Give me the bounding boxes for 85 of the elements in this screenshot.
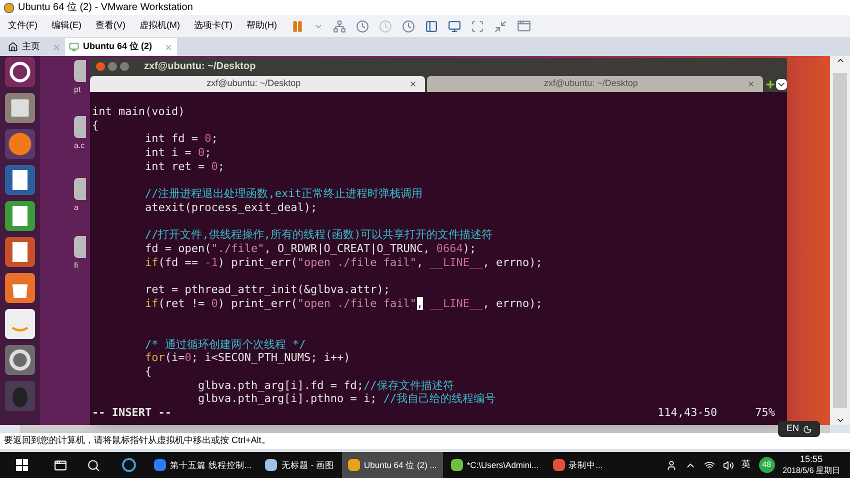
file-icon[interactable] [74, 60, 86, 82]
moon-icon [803, 424, 812, 434]
file-icon[interactable] [74, 236, 86, 258]
terminal-tab[interactable]: zxf@ubuntu: ~/Desktop [427, 76, 763, 92]
clock-icon[interactable] [356, 20, 369, 32]
clock-date: 2018/5/6 星期日 [782, 465, 840, 476]
menu-item[interactable]: 编辑(E) [52, 19, 82, 33]
taskbar-app[interactable]: 无标题 - 画图 [259, 452, 340, 478]
shopping-bag-icon[interactable] [5, 273, 35, 303]
monitor-icon[interactable] [448, 20, 461, 32]
spreadsheet-icon[interactable] [5, 201, 35, 231]
code-line: int i = 0; [144, 146, 212, 160]
status-message: 要返回到您的计算机，请将鼠标指针从虚拟机中移出或按 Ctrl+Alt。 [4, 434, 270, 448]
speaker-icon[interactable] [722, 460, 734, 470]
home-icon [8, 42, 18, 52]
add-tab-icon[interactable] [764, 79, 776, 90]
taskbar-app[interactable]: 录制中... [546, 452, 609, 478]
window-title: Ubuntu 64 位 (2) - VMware Workstation [18, 1, 193, 15]
clock-icon[interactable] [402, 20, 415, 32]
code-line: { [92, 118, 99, 132]
taskbar-app[interactable]: 第十五篇 线程控制... [148, 452, 258, 478]
dropdown-icon[interactable] [776, 79, 787, 90]
file-icon[interactable] [74, 178, 86, 200]
menu-item[interactable]: 虚拟机(M) [140, 19, 180, 33]
fullscreen-icon[interactable] [471, 20, 484, 32]
scroll-down-icon[interactable] [836, 416, 844, 425]
app-logo-icon [4, 2, 14, 12]
scroll-percent: 75% [755, 406, 775, 420]
clock-time: 15:55 [800, 454, 823, 465]
file-icon[interactable] [74, 116, 86, 138]
file-label: pt [74, 84, 81, 96]
minimize-button[interactable] [108, 62, 117, 71]
taskbar-app[interactable]: *C:\Users\Admini... [444, 452, 545, 478]
code-line: glbva.pth_arg[i].fd = fd;//保存文件描述符 [196, 378, 454, 392]
maximize-button[interactable] [120, 62, 129, 71]
code-line: if(ret != 0) print_err("open ./file fail", __LINE__, errno); [144, 296, 542, 310]
menu-item[interactable]: 选项卡(T) [194, 19, 232, 33]
code-line: int ret = 0; [144, 160, 224, 174]
wifi-icon[interactable] [704, 460, 715, 470]
file-label: a [74, 202, 78, 214]
code-line: atexit(process_exit_deal); [144, 200, 318, 214]
language-bar[interactable]: EN [778, 421, 820, 437]
file-label: fi [74, 260, 78, 272]
cursor-position: 114,43-50 [658, 406, 718, 420]
close-icon[interactable] [746, 80, 755, 88]
code-line: { [144, 365, 152, 379]
close-icon[interactable] [409, 80, 418, 88]
pause-icon[interactable] [291, 20, 304, 32]
code-line: if(fd == -1) print_err("open ./file fail", __LINE__, errno); [144, 256, 542, 270]
vertical-scrollbar[interactable] [830, 56, 850, 425]
panel-icon[interactable] [425, 20, 438, 32]
scroll-up-icon[interactable] [836, 56, 844, 65]
windows-logo-icon[interactable] [16, 459, 28, 471]
search-icon[interactable] [87, 458, 100, 472]
vm-tab[interactable]: 主页 [4, 38, 65, 56]
terminal-title: zxf@ubuntu: ~/Desktop [144, 60, 256, 74]
file-label: a.c [74, 140, 85, 152]
code-line: fd = open("./file", O_RDWR|O_CREAT|O_TRUNC, 0664); [144, 242, 476, 256]
badge: 48 [758, 457, 775, 473]
layout-icon[interactable] [517, 19, 531, 33]
code-line: //打开文件,供线程操作,所有的线程(函数)可以共享打开的文件描述符 [144, 228, 493, 242]
vm-icon [69, 42, 79, 52]
taskbar-app[interactable]: Ubuntu 64 位 (2) ... [342, 452, 443, 478]
code-line: ret = pthread_attr_init(&glbva.attr); [144, 282, 390, 297]
code-line: /* 通过循环创建两个次线程 */ [144, 338, 306, 352]
task-view-icon[interactable] [54, 458, 67, 472]
menu-item[interactable]: 查看(V) [96, 19, 126, 33]
vim-mode: -- INSERT -- [92, 406, 172, 420]
scroll-thumb[interactable] [833, 73, 847, 408]
close-button[interactable] [96, 62, 105, 71]
menu-item[interactable]: 文件(F) [8, 19, 38, 33]
presentation-icon[interactable] [5, 237, 35, 267]
document-icon[interactable] [5, 165, 35, 195]
code-line: int main(void) [92, 105, 185, 119]
ime-indicator[interactable]: 英 [742, 458, 751, 472]
code-line: glbva.pth_arg[i].pthno = i; //我自己给的线程编号 [196, 392, 496, 406]
menu-item[interactable]: 帮助(H) [246, 19, 277, 33]
person-icon[interactable] [666, 460, 677, 470]
vm-tab[interactable]: Ubuntu 64 位 (2) [65, 38, 177, 56]
network-icon[interactable] [333, 20, 346, 32]
terminal-tab[interactable]: zxf@ubuntu: ~/Desktop [90, 76, 426, 92]
code-line: int fd = 0; [144, 132, 218, 146]
code-line: //注册进程退出处理函数,exit正常终止进程时弹栈调用 [144, 187, 422, 201]
code-line: for(i=0; i<SECON_PTH_NUMS; i++) [144, 351, 350, 366]
horizontal-scrollbar[interactable] [20, 425, 830, 433]
